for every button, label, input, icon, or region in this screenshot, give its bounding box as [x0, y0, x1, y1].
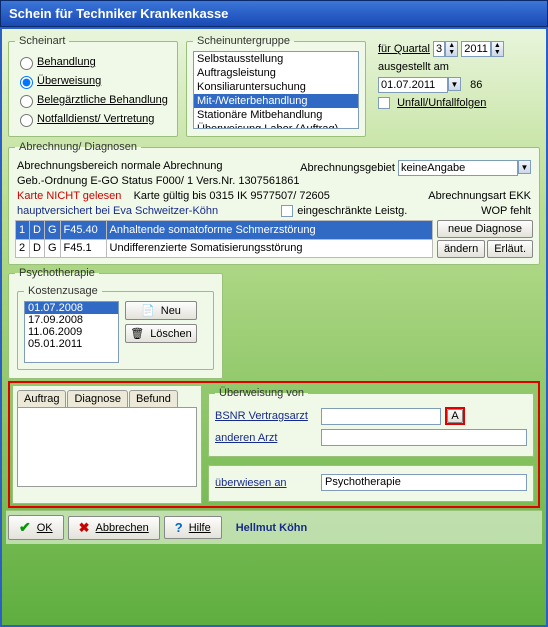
- erlaeut-button[interactable]: Erläut.: [487, 240, 533, 258]
- dropdown-arrow-icon[interactable]: ▼: [518, 160, 531, 174]
- list-item[interactable]: Auftragsleistung: [194, 66, 358, 80]
- neu-button[interactable]: 📄 Neu: [125, 301, 197, 320]
- abbrechen-button[interactable]: ✖ Abbrechen: [68, 516, 160, 540]
- check-icon: ✔: [19, 519, 31, 536]
- tab-content[interactable]: [17, 407, 197, 487]
- ueberwiesen-an-label: überwiesen an: [215, 477, 315, 489]
- neue-diagnose-button[interactable]: neue Diagnose: [437, 220, 533, 238]
- quartal-label: für Quartal: [378, 43, 430, 55]
- ueberweisung-von-legend: Überweisung von: [215, 387, 308, 399]
- geb-text: Geb.-Ordnung E-GO Status F000/ 1 Vers.Nr…: [17, 175, 531, 187]
- karte-warning: Karte NICHT gelesen: [17, 190, 121, 202]
- eingeschraenkt-checkbox[interactable]: [281, 205, 293, 217]
- patient-name: Hellmut Köhn: [236, 522, 308, 534]
- spinner-buttons-icon[interactable]: ▲▼: [445, 41, 458, 57]
- tab-befund[interactable]: Befund: [129, 390, 178, 407]
- table-row[interactable]: 2 D G F45.1 Undifferenzierte Somatisieru…: [16, 239, 433, 258]
- aendern-button[interactable]: ändern: [437, 240, 485, 258]
- list-item[interactable]: 05.01.2011: [25, 338, 118, 350]
- kosten-group: Kostenzusage 01.07.2008 17.09.2008 11.06…: [17, 285, 214, 370]
- a-lookup-button[interactable]: A: [447, 409, 462, 423]
- abrechnung-legend: Abrechnung/ Diagnosen: [15, 141, 141, 153]
- ueberwiesen-an-group: überwiesen an Psychotherapie: [208, 465, 534, 502]
- ausgestellt-label: ausgestellt am: [378, 61, 536, 73]
- trash-icon: 🗑: [130, 327, 144, 340]
- unfall-label: Unfall/Unfallfolgen: [397, 97, 486, 109]
- scheinart-legend: Scheinart: [15, 35, 69, 47]
- scheinart-group: Scheinart Behandlung Überweisung Belegär…: [8, 35, 178, 137]
- year-spinner[interactable]: 2011: [461, 41, 491, 57]
- bereich-text: Abrechnungsbereich normale Abrechnung: [17, 160, 222, 172]
- ueberweisung-area: Auftrag Diagnose Befund Überweisung von …: [8, 381, 540, 508]
- radio-notfall[interactable]: Notfalldienst/ Vertretung: [15, 111, 171, 127]
- bsnr-label: BSNR Vertragsarzt: [215, 410, 315, 422]
- loeschen-button[interactable]: 🗑 Löschen: [125, 324, 197, 343]
- list-item[interactable]: 17.09.2008: [25, 314, 118, 326]
- psycho-group: Psychotherapie Kostenzusage 01.07.2008 1…: [8, 267, 223, 379]
- kosten-legend: Kostenzusage: [24, 285, 102, 297]
- gebiet-combo[interactable]: keineAngabe: [398, 160, 518, 176]
- anderen-input[interactable]: [321, 429, 527, 446]
- help-icon: ?: [175, 520, 183, 535]
- auftrag-panel: Auftrag Diagnose Befund: [12, 385, 202, 504]
- quartal-spinner[interactable]: 3: [433, 41, 445, 57]
- eingeschraenkt-label: eingeschränkte Leistg.: [297, 205, 407, 217]
- untergruppe-listbox[interactable]: Selbstausstellung Auftragsleistung Konsi…: [193, 51, 359, 129]
- num-label: 86: [470, 79, 482, 91]
- hilfe-button[interactable]: ? Hilfe: [164, 516, 222, 539]
- list-item[interactable]: Konsiliaruntersuchung: [194, 80, 358, 94]
- abrechart-text: Abrechnungsart EKK: [428, 190, 531, 202]
- ok-button[interactable]: ✔ OK: [8, 515, 64, 540]
- haupt-text: hauptversichert bei Eva Schweitzer-Köhn: [17, 205, 218, 217]
- psycho-legend: Psychotherapie: [15, 267, 99, 279]
- button-bar: ✔ OK ✖ Abbrechen ? Hilfe Hellmut Köhn: [6, 510, 542, 544]
- list-item[interactable]: Überweisung Labor (Auftrag): [194, 122, 358, 129]
- radio-behandlung[interactable]: Behandlung: [15, 54, 171, 70]
- list-item-selected[interactable]: Mit-/Weiterbehandlung: [194, 94, 358, 108]
- ueberwiesen-an-input[interactable]: Psychotherapie: [321, 474, 527, 491]
- table-row[interactable]: 1 D G F45.40 Anhaltende somatoforme Schm…: [16, 221, 433, 240]
- close-icon: ✖: [79, 520, 90, 536]
- wop-text: WOP fehlt: [481, 205, 531, 217]
- tab-diagnose[interactable]: Diagnose: [67, 390, 127, 407]
- spinner-buttons-icon[interactable]: ▲▼: [491, 41, 504, 57]
- list-item[interactable]: Selbstausstellung: [194, 52, 358, 66]
- a-button-highlight: A: [445, 407, 465, 425]
- anderen-label: anderen Arzt: [215, 432, 315, 444]
- gebiet-label: Abrechnungsgebiet: [300, 162, 395, 174]
- ueberweisung-von-group: Überweisung von BSNR Vertragsarzt A ande…: [208, 387, 534, 457]
- karte-gueltig-text: Karte gültig bis 0315 IK 9577507/ 72605: [134, 190, 330, 202]
- dropdown-arrow-icon[interactable]: ▼: [448, 77, 461, 91]
- date-picker[interactable]: 01.07.2011: [378, 77, 448, 93]
- kosten-listbox[interactable]: 01.07.2008 17.09.2008 11.06.2009 05.01.2…: [24, 301, 119, 363]
- tab-auftrag[interactable]: Auftrag: [17, 390, 66, 407]
- abrechnung-group: Abrechnung/ Diagnosen Abrechnungsbereich…: [8, 141, 540, 265]
- untergruppe-group: Scheinuntergruppe Selbstausstellung Auft…: [186, 35, 366, 137]
- bsnr-input[interactable]: [321, 408, 441, 425]
- untergruppe-legend: Scheinuntergruppe: [193, 35, 294, 47]
- quartal-panel: für Quartal 3▲▼ 2011▲▼ ausgestellt am 01…: [372, 33, 542, 139]
- window-title: Schein für Techniker Krankenkasse: [0, 0, 548, 27]
- radio-beleg[interactable]: Belegärztliche Behandlung: [15, 92, 171, 108]
- list-item-selected[interactable]: 01.07.2008: [25, 302, 118, 314]
- list-item[interactable]: Stationäre Mitbehandlung: [194, 108, 358, 122]
- new-document-icon: 📄: [141, 304, 155, 317]
- unfall-checkbox[interactable]: [378, 97, 390, 109]
- list-item[interactable]: 11.06.2009: [25, 326, 118, 338]
- radio-ueberweisung[interactable]: Überweisung: [15, 73, 171, 89]
- diagnose-table[interactable]: 1 D G F45.40 Anhaltende somatoforme Schm…: [15, 220, 433, 258]
- window-body: Scheinart Behandlung Überweisung Belegär…: [0, 27, 548, 627]
